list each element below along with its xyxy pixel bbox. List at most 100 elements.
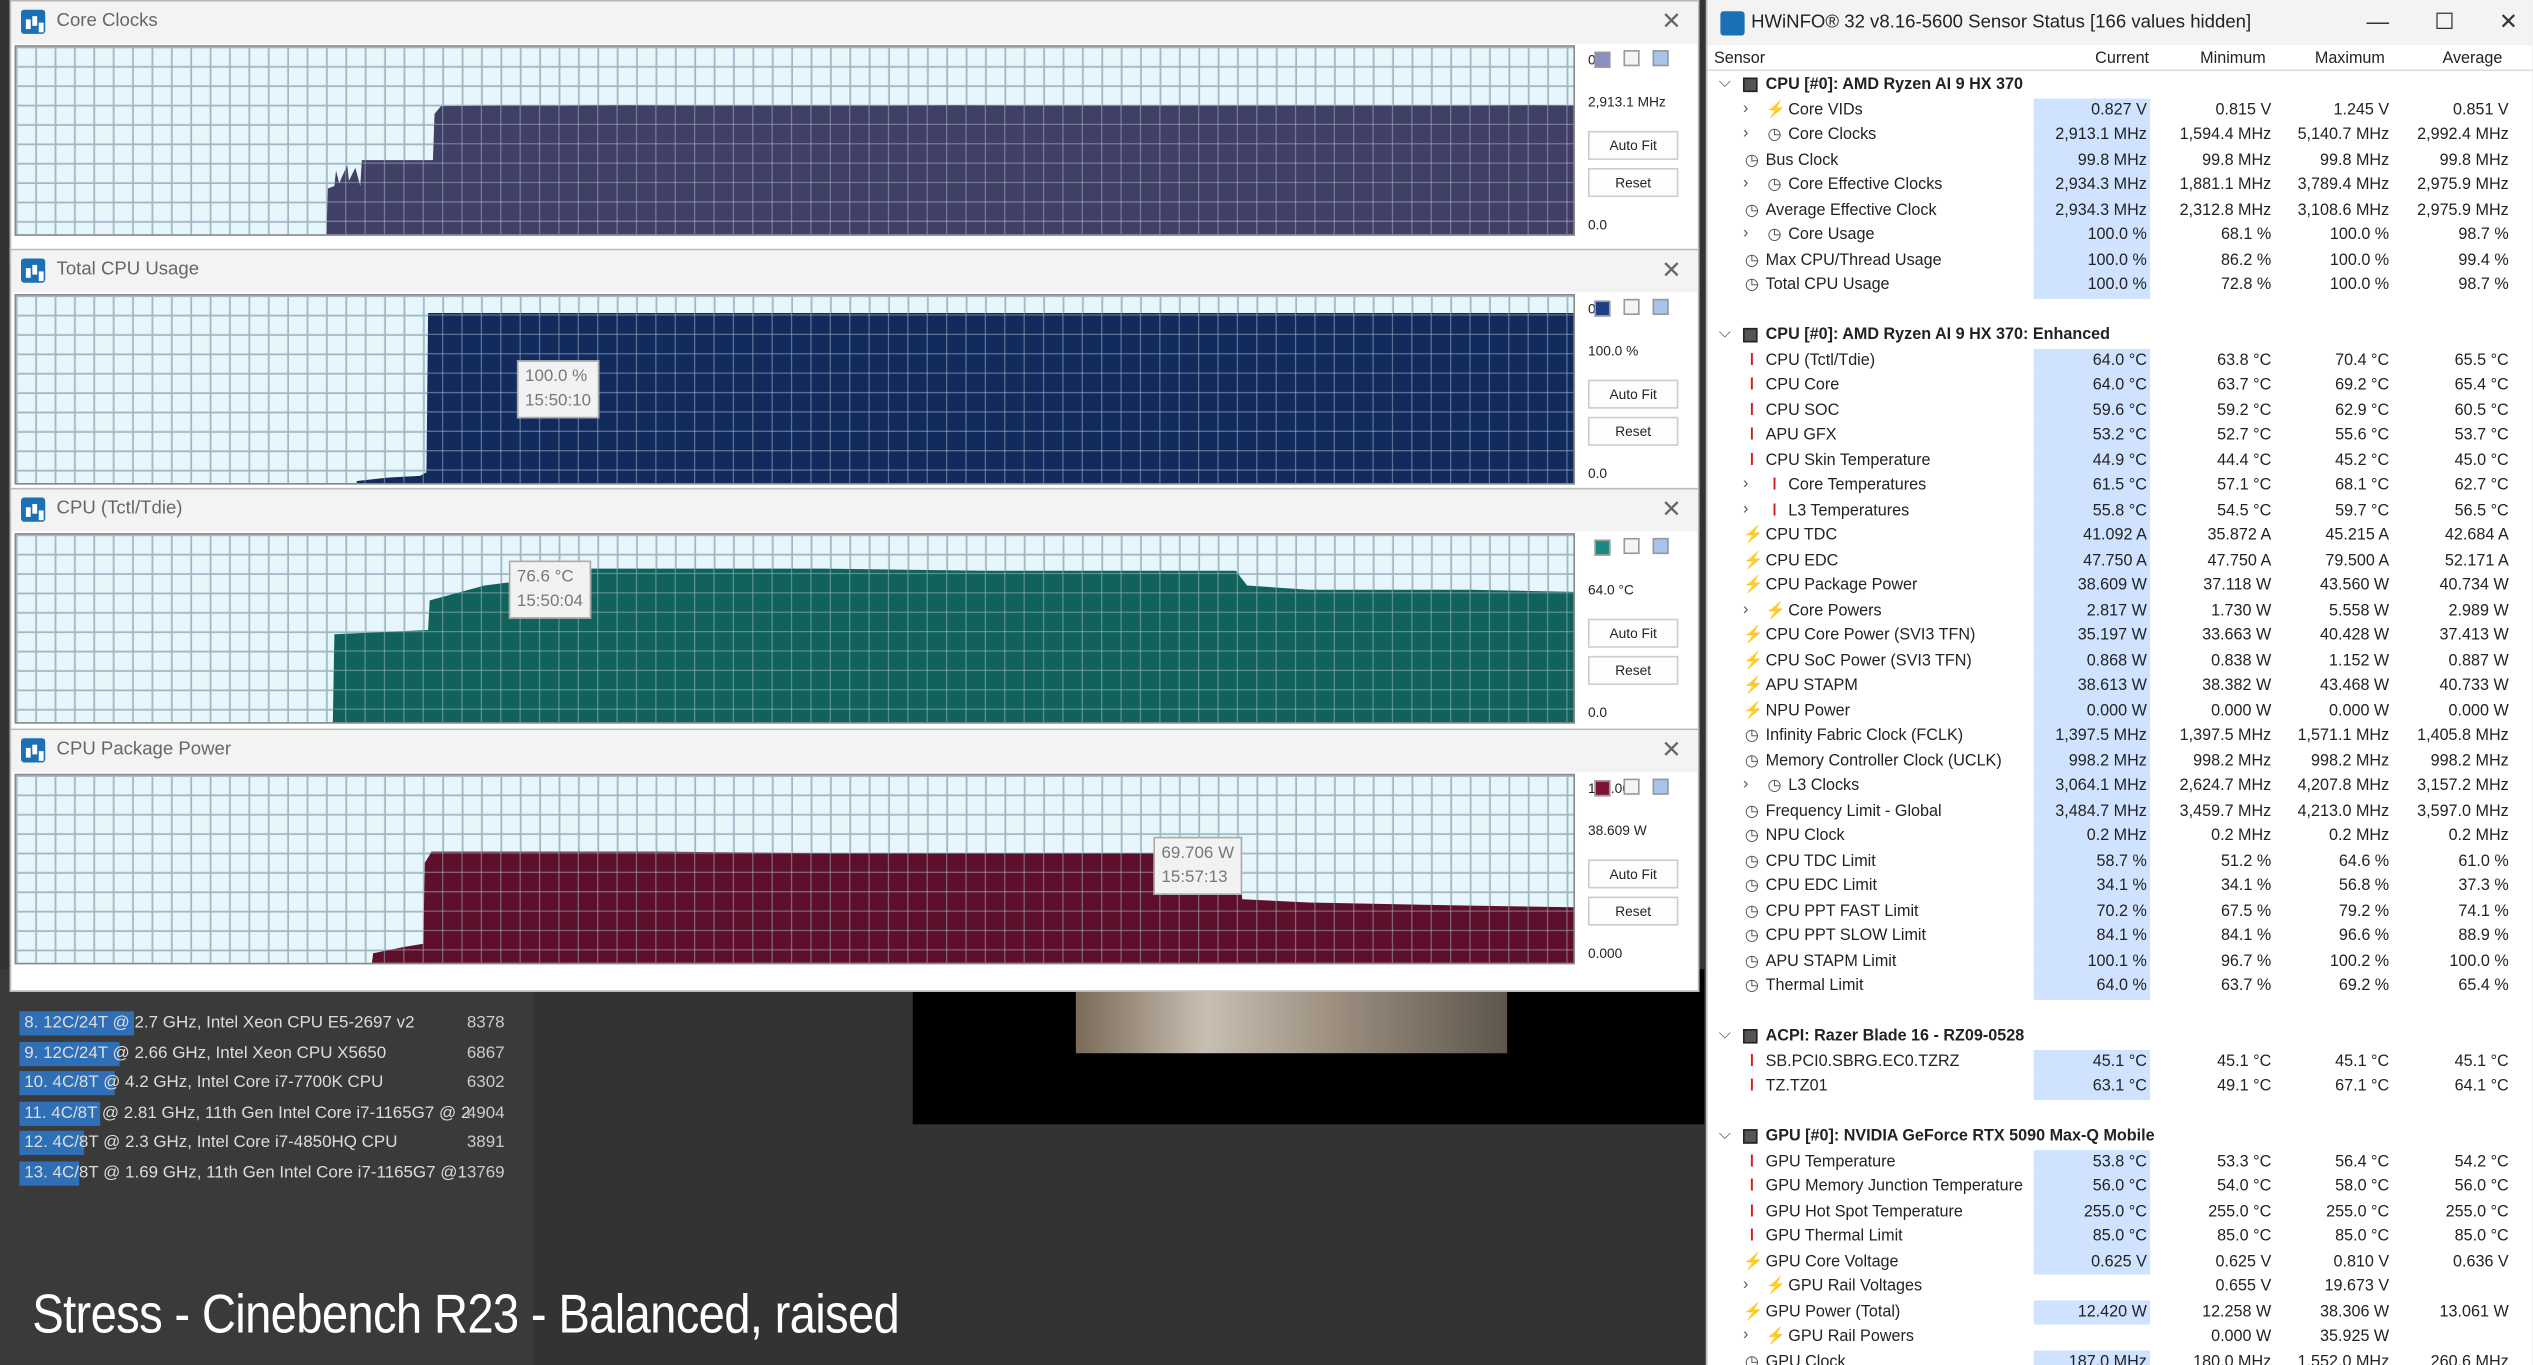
sensor-row[interactable]: ⚡ CPU Package Power 38.609 W 37.118 W 43.560…: [1707, 573, 2532, 599]
close-icon[interactable]: ✕: [1661, 494, 1681, 523]
swatch-icon[interactable]: [1623, 50, 1640, 67]
graph-titlebar[interactable]: Total CPU Usage ✕: [11, 250, 1698, 293]
sensor-row[interactable]: ǀ CPU Core 64.0 °C 63.7 °C 69.2 °C 65.4 °C: [1707, 373, 2532, 399]
reset-button[interactable]: Reset: [1587, 896, 1679, 926]
swatch-icon[interactable]: [1652, 50, 1669, 67]
sensor-row[interactable]: › ◷ Core Clocks 2,913.1 MHz 1,594.4 MHz 5,140…: [1707, 122, 2532, 148]
sensor-row[interactable]: ǀ CPU Skin Temperature 44.9 °C 44.4 °C 45.2 …: [1707, 448, 2532, 474]
header-maximum[interactable]: Maximum: [2315, 50, 2385, 68]
sensor-row[interactable]: › ⚡ GPU Rail Powers 0.000 W 35.925 W: [1707, 1325, 2532, 1350]
reset-button[interactable]: Reset: [1587, 416, 1679, 446]
sensor-row[interactable]: ◷ Bus Clock 99.8 MHz 99.8 MHz 99.8 MHz 99.8 M…: [1707, 147, 2532, 173]
sensor-row[interactable]: ⚡ CPU EDC 47.750 A 47.750 A 79.500 A 52.171 A: [1707, 548, 2532, 574]
minimize-icon[interactable]: —: [2367, 8, 2390, 34]
swatch-icon[interactable]: [1623, 778, 1640, 795]
ranking-row[interactable]: 11. 4C/8T @ 2.81 GHz, 11th Gen Intel Cor…: [19, 1099, 520, 1126]
expand-chevron-icon[interactable]: ›: [1743, 124, 1748, 142]
series-color-swatch[interactable]: [1594, 300, 1611, 317]
sensor-row[interactable]: ⚡ CPU TDC 41.092 A 35.872 A 45.215 A 42.684 A: [1707, 523, 2532, 549]
collapse-chevron-icon[interactable]: ⌵: [1719, 1126, 1731, 1144]
reset-button[interactable]: Reset: [1587, 168, 1679, 198]
sensor-row[interactable]: › ◷ Core Usage 100.0 % 68.1 % 100.0 % 98.7 %: [1707, 222, 2532, 248]
sensor-row[interactable]: ◷ GPU Clock 187.0 MHz 180.0 MHz 1,552.0 MHz 2…: [1707, 1349, 2532, 1365]
close-icon[interactable]: ✕: [2499, 8, 2518, 35]
sensor-row[interactable]: ǀ GPU Thermal Limit 85.0 °C 85.0 °C 85.0 °C 8…: [1707, 1224, 2532, 1250]
series-color-swatch[interactable]: [1594, 780, 1611, 797]
graph-titlebar[interactable]: CPU Package Power ✕: [11, 730, 1698, 773]
sensor-row[interactable]: ◷ CPU PPT SLOW Limit 84.1 % 84.1 % 96.6 % 88.…: [1707, 924, 2532, 950]
series-color-swatch[interactable]: [1594, 51, 1611, 68]
sensor-row[interactable]: ◷ CPU PPT FAST Limit 70.2 % 67.5 % 79.2 % 74.…: [1707, 898, 2532, 925]
sensor-row[interactable]: › ◷ Core Effective Clocks 2,934.3 MHz 1,881.…: [1707, 172, 2532, 198]
close-icon[interactable]: ✕: [1661, 6, 1681, 35]
sensor-row[interactable]: ǀ GPU Hot Spot Temperature 255.0 °C 255.0 °…: [1707, 1199, 2532, 1225]
sensor-row[interactable]: ⚡ GPU Core Voltage 0.625 V 0.625 V 0.810 V 0.…: [1707, 1249, 2532, 1275]
sensor-row[interactable]: ◷ Average Effective Clock 2,934.3 MHz 2,312…: [1707, 197, 2532, 223]
sensor-row[interactable]: ǀ CPU SOC 59.6 °C 59.2 °C 62.9 °C 60.5 °C: [1707, 398, 2532, 424]
ranking-row[interactable]: 10. 4C/8T @ 4.2 GHz, Intel Core i7-7700K…: [19, 1069, 520, 1096]
sensor-row[interactable]: ⚡ NPU Power 0.000 W 0.000 W 0.000 W 0.000 W: [1707, 698, 2532, 724]
sensor-row[interactable]: ǀ GPU Temperature 53.8 °C 53.3 °C 56.4 °C 54.…: [1707, 1149, 2532, 1175]
reset-button[interactable]: Reset: [1587, 655, 1679, 685]
expand-chevron-icon[interactable]: ›: [1743, 99, 1748, 117]
expand-chevron-icon[interactable]: ›: [1743, 225, 1748, 243]
auto-fit-button[interactable]: Auto Fit: [1587, 130, 1679, 160]
sensor-row[interactable]: › ǀ Core Temperatures 61.5 °C 57.1 °C 68.1 °C…: [1707, 473, 2532, 499]
sensor-row[interactable]: ǀ GPU Memory Junction Temperature 56.0 °C 5…: [1707, 1174, 2532, 1200]
swatch-icon[interactable]: [1652, 298, 1669, 316]
expand-chevron-icon[interactable]: ›: [1743, 1326, 1748, 1344]
ranking-row[interactable]: 9. 12C/24T @ 2.66 GHz, Intel Xeon CPU X5…: [19, 1040, 520, 1067]
sensor-row[interactable]: ◷ Thermal Limit 64.0 % 63.7 % 69.2 % 65.4 %: [1707, 974, 2532, 1000]
sensor-row[interactable]: ◷ CPU EDC Limit 34.1 % 34.1 % 56.8 % 37.3 %: [1707, 873, 2532, 899]
expand-chevron-icon[interactable]: ›: [1743, 1276, 1748, 1294]
sensor-row[interactable]: ◷ Total CPU Usage 100.0 % 72.8 % 100.0 % 98.7…: [1707, 273, 2532, 299]
swatch-icon[interactable]: [1652, 537, 1669, 555]
sensor-row[interactable]: ◷ NPU Clock 0.2 MHz 0.2 MHz 0.2 MHz 0.2 MHz: [1707, 823, 2532, 849]
sensor-row[interactable]: ◷ Max CPU/Thread Usage 100.0 % 86.2 % 100.0 …: [1707, 247, 2532, 274]
series-color-swatch[interactable]: [1594, 539, 1611, 556]
sensor-row[interactable]: ⚡ CPU Core Power (SVI3 TFN) 35.197 W 33.663…: [1707, 623, 2532, 649]
expand-chevron-icon[interactable]: ›: [1743, 174, 1748, 192]
header-minimum[interactable]: Minimum: [2200, 50, 2266, 68]
hwinfo-titlebar[interactable]: HWiNFO® 32 v8.16-5600 Sensor Status [166…: [1707, 0, 2533, 46]
sensor-row[interactable]: ◷ CPU TDC Limit 58.7 % 51.2 % 64.6 % 61.0 %: [1707, 848, 2532, 874]
auto-fit-button[interactable]: Auto Fit: [1587, 379, 1679, 409]
sensor-row[interactable]: ◷ Frequency Limit - Global 3,484.7 MHz 3,45…: [1707, 798, 2532, 824]
ranking-row[interactable]: 13. 4C/8T @ 1.69 GHz, 11th Gen Intel Cor…: [19, 1159, 520, 1186]
sensor-row[interactable]: ◷ Infinity Fabric Clock (FCLK) 1,397.5 MHz…: [1707, 723, 2532, 749]
header-sensor[interactable]: Sensor: [1714, 50, 1765, 68]
sensor-row[interactable]: ◷ APU STAPM Limit 100.1 % 96.7 % 100.2 % 100.…: [1707, 949, 2532, 975]
auto-fit-button[interactable]: Auto Fit: [1587, 859, 1679, 889]
collapse-chevron-icon[interactable]: ⌵: [1719, 74, 1731, 92]
close-icon[interactable]: ✕: [1661, 255, 1681, 284]
swatch-icon[interactable]: [1652, 778, 1669, 795]
expand-chevron-icon[interactable]: ›: [1743, 500, 1748, 518]
sensor-row[interactable]: › ǀ L3 Temperatures 55.8 °C 54.5 °C 59.7 °C 56…: [1707, 498, 2532, 524]
sensor-group-header[interactable]: ⌵ CPU [#0]: AMD Ryzen AI 9 HX 370: [1707, 73, 2532, 98]
graph-titlebar[interactable]: CPU (Tctl/Tdie) ✕: [11, 489, 1698, 532]
sensor-row[interactable]: ⚡ GPU Power (Total) 12.420 W 12.258 W 38.306…: [1707, 1299, 2532, 1325]
sensor-row[interactable]: ◷ Memory Controller Clock (UCLK) 998.2 MHz…: [1707, 748, 2532, 774]
ranking-row[interactable]: 8. 12C/24T @ 2.7 GHz, Intel Xeon CPU E5-…: [19, 1010, 520, 1037]
expand-chevron-icon[interactable]: ›: [1743, 775, 1748, 793]
sensor-row[interactable]: ǀ APU GFX 53.2 °C 52.7 °C 55.6 °C 53.7 °C: [1707, 423, 2532, 449]
ranking-row[interactable]: 12. 4C/8T @ 2.3 GHz, Intel Core i7-4850H…: [19, 1129, 520, 1156]
auto-fit-button[interactable]: Auto Fit: [1587, 618, 1679, 648]
sensor-group-header[interactable]: ⌵ ACPI: Razer Blade 16 - RZ09-0528: [1707, 1024, 2532, 1049]
swatch-icon[interactable]: [1623, 537, 1640, 555]
close-icon[interactable]: ✕: [1661, 735, 1681, 764]
sensor-row[interactable]: › ⚡ GPU Rail Voltages 0.655 V 19.673 V: [1707, 1275, 2532, 1300]
collapse-chevron-icon[interactable]: ⌵: [1719, 325, 1731, 343]
graph-titlebar[interactable]: Core Clocks ✕: [11, 1, 1698, 44]
expand-chevron-icon[interactable]: ›: [1743, 475, 1748, 493]
maximize-icon[interactable]: ☐: [2434, 8, 2454, 35]
sensor-row[interactable]: ǀ TZ.TZ01 63.1 °C 49.1 °C 67.1 °C 64.1 °C: [1707, 1074, 2532, 1100]
sensor-group-header[interactable]: ⌵ GPU [#0]: NVIDIA GeForce RTX 5090 Max-Q…: [1707, 1124, 2532, 1149]
sensor-row[interactable]: ǀ CPU (Tctl/Tdie) 64.0 °C 63.8 °C 70.4 °C 65.…: [1707, 348, 2532, 374]
sensor-row[interactable]: › ⚡ Core Powers 2.817 W 1.730 W 5.558 W 2.989 …: [1707, 598, 2532, 624]
sensor-row[interactable]: ⚡ CPU SoC Power (SVI3 TFN) 0.868 W 0.838 W 1…: [1707, 648, 2532, 674]
sensor-group-header[interactable]: ⌵ CPU [#0]: AMD Ryzen AI 9 HX 370: Enhanc…: [1707, 323, 2532, 348]
header-average[interactable]: Average: [2442, 50, 2502, 68]
expand-chevron-icon[interactable]: ›: [1743, 600, 1748, 618]
header-current[interactable]: Current: [2095, 50, 2149, 68]
